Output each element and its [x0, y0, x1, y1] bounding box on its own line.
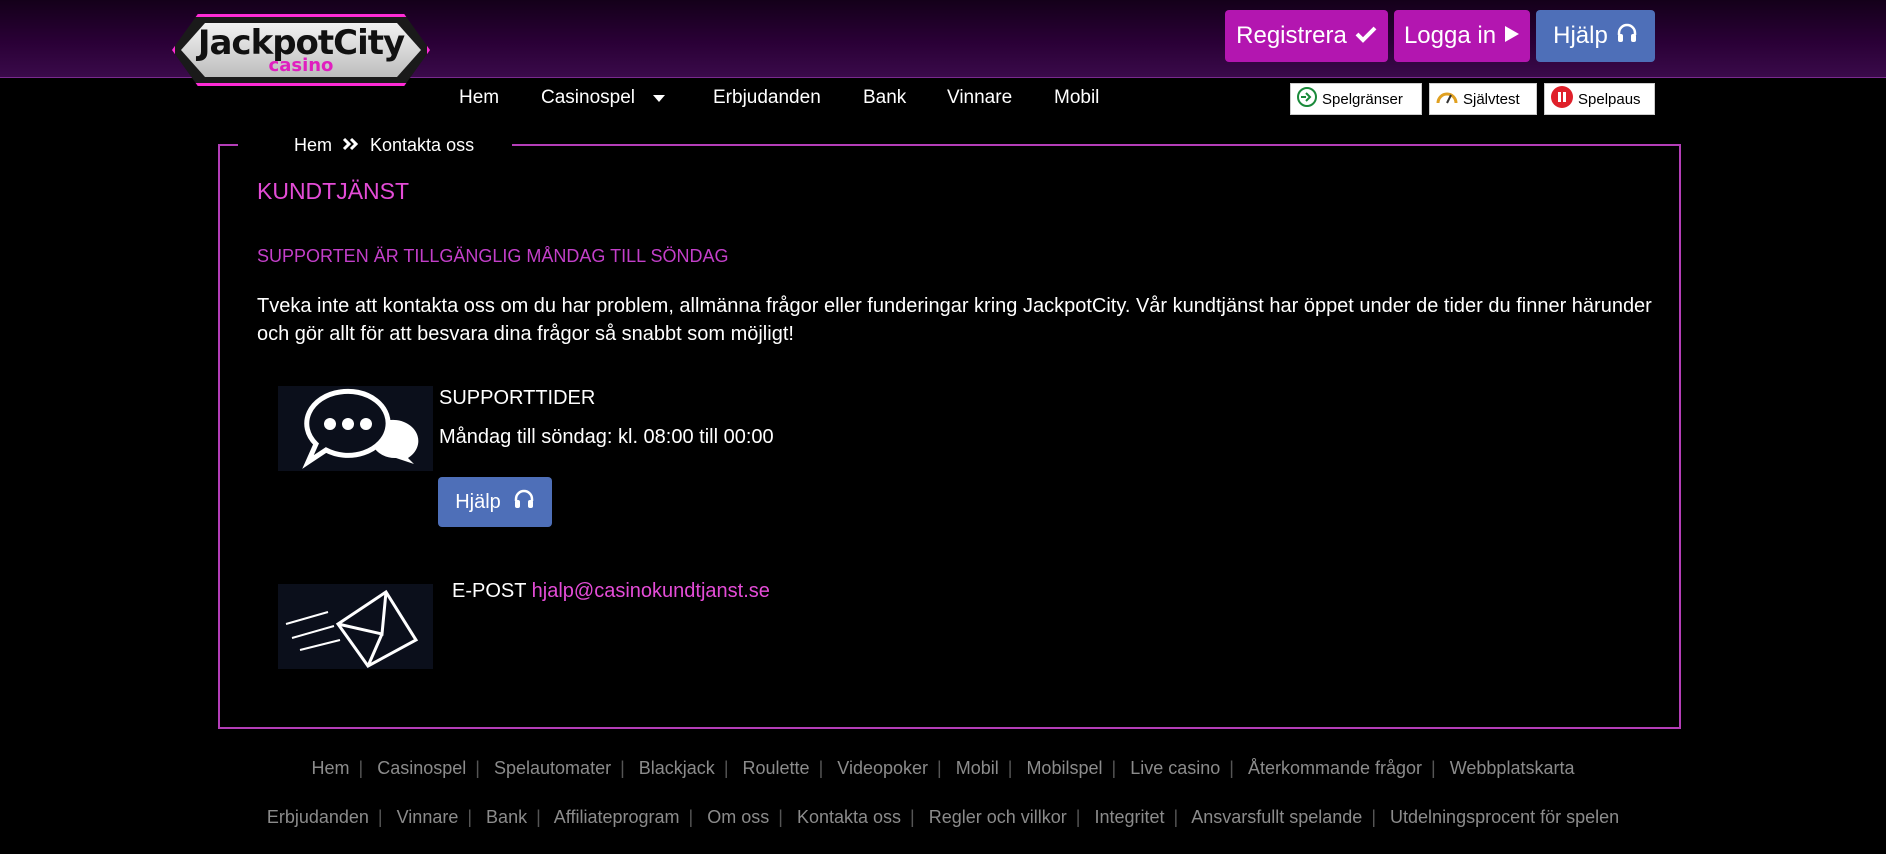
- envelope-icon: [278, 584, 433, 669]
- footer-link-utdelning[interactable]: Utdelningsprocent för spelen: [1390, 807, 1619, 827]
- spelgranser-label: Spelgränser: [1322, 90, 1403, 108]
- footer-link-ansvarsfullt[interactable]: Ansvarsfullt spelande: [1191, 807, 1362, 827]
- sjalvtest-badge[interactable]: Självtest: [1429, 83, 1537, 115]
- footer-link-om-oss[interactable]: Om oss: [707, 807, 769, 827]
- page-title: KUNDTJÄNST: [257, 178, 410, 204]
- nav-item-bank[interactable]: Bank: [863, 87, 906, 109]
- footer-link-live-casino[interactable]: Live casino: [1130, 758, 1220, 778]
- nav-item-erbjudanden[interactable]: Erbjudanden: [713, 87, 821, 109]
- footer-link-mobilspel[interactable]: Mobilspel: [1026, 758, 1102, 778]
- email-label: E-POST: [452, 580, 527, 602]
- breadcrumb-home[interactable]: Hem: [294, 135, 332, 156]
- footer-link-videopoker[interactable]: Videopoker: [837, 758, 928, 778]
- footer-link-erbjudanden[interactable]: Erbjudanden: [267, 807, 369, 827]
- play-icon: [1504, 22, 1520, 50]
- nav-item-casinospel[interactable]: Casinospel: [541, 87, 666, 109]
- footer-link-kontakta-oss[interactable]: Kontakta oss: [797, 807, 901, 827]
- availability-subtitle: SUPPORTEN ÄR TILLGÄNGLIG MÅNDAG TILL SÖN…: [257, 246, 729, 266]
- speedometer-icon: [1435, 86, 1459, 112]
- login-label: Logga in: [1403, 22, 1497, 49]
- chat-bubbles-icon: [278, 386, 433, 471]
- footer-links-row-2: Erbjudanden | Vinnare | Bank | Affiliatepro…: [266, 807, 1620, 827]
- register-button[interactable]: Registrera: [1225, 10, 1388, 62]
- contact-content-box: [218, 144, 1681, 729]
- logo-subtext: casino: [268, 54, 334, 76]
- nav-item-mobil[interactable]: Mobil: [1054, 87, 1099, 109]
- spelgranser-icon: [1296, 86, 1318, 112]
- nav-item-hem[interactable]: Hem: [459, 87, 499, 109]
- intro-text: Tveka inte att kontakta oss om du har pr…: [257, 295, 1652, 345]
- spelpaus-badge[interactable]: Spelpaus: [1544, 83, 1655, 115]
- help-button-label: Hjälp: [455, 490, 501, 513]
- footer-link-faq[interactable]: Återkommande frågor: [1248, 758, 1422, 778]
- footer-link-hem[interactable]: Hem: [312, 758, 350, 778]
- footer-link-integritet[interactable]: Integritet: [1094, 807, 1164, 827]
- login-button[interactable]: Logga in: [1394, 10, 1530, 62]
- double-chevron-right-icon: [342, 135, 360, 156]
- footer-link-roulette[interactable]: Roulette: [743, 758, 810, 778]
- email-link[interactable]: hjalp@casinokundtjanst.se: [532, 580, 770, 602]
- register-label: Registrera: [1236, 22, 1347, 49]
- footer-link-vinnare[interactable]: Vinnare: [397, 807, 459, 827]
- breadcrumb-current: Kontakta oss: [370, 134, 475, 155]
- spelgranser-badge[interactable]: Spelgränser: [1290, 83, 1422, 115]
- nav-item-vinnare[interactable]: Vinnare: [947, 87, 1012, 109]
- footer-link-casinospel[interactable]: Casinospel: [377, 758, 466, 778]
- pause-icon: [1550, 85, 1574, 113]
- jackpotcity-logo[interactable]: JackpotCity casino: [172, 14, 430, 86]
- nav-casinospel-label: Casinospel: [541, 87, 635, 109]
- chevron-down-icon: [652, 87, 666, 109]
- support-hours-heading: SUPPORTTIDER: [439, 387, 596, 409]
- headset-icon: [513, 488, 535, 516]
- check-icon: [1355, 22, 1377, 50]
- help-label: Hjälp: [1553, 22, 1608, 49]
- help-button[interactable]: Hjälp: [438, 477, 552, 527]
- breadcrumb: Hem Kontakta oss: [238, 133, 513, 157]
- support-hours-text: Måndag till söndag: kl. 08:00 till 00:00: [439, 426, 774, 448]
- footer-link-blackjack[interactable]: Blackjack: [639, 758, 715, 778]
- footer-link-spelautomater[interactable]: Spelautomater: [494, 758, 611, 778]
- footer-link-affiliate[interactable]: Affiliateprogram: [554, 807, 680, 827]
- footer-link-sitemap[interactable]: Webbplatskarta: [1450, 758, 1575, 778]
- spelpaus-label: Spelpaus: [1578, 90, 1641, 108]
- sjalvtest-label: Självtest: [1463, 90, 1520, 108]
- headset-icon: [1616, 22, 1638, 51]
- footer-links-row-1: Hem | Casinospel | Spelautomater | Blackjac…: [311, 758, 1575, 778]
- header-help-button[interactable]: Hjälp: [1536, 10, 1655, 62]
- footer-link-regler[interactable]: Regler och villkor: [929, 807, 1067, 827]
- footer-link-bank[interactable]: Bank: [486, 807, 527, 827]
- email-row: E-POST hjalp@casinokundtjanst.se: [452, 580, 770, 603]
- footer-link-mobil[interactable]: Mobil: [956, 758, 999, 778]
